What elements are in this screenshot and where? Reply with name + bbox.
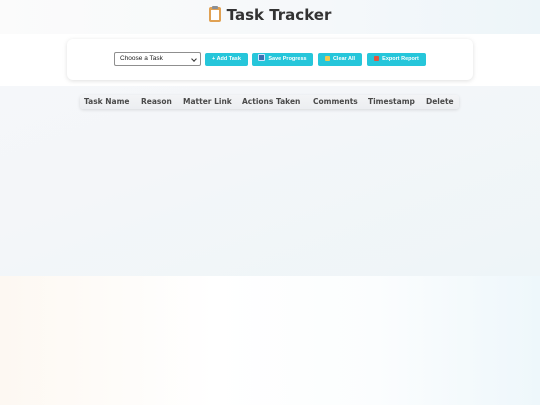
add-task-button[interactable]: + Add Task: [205, 53, 248, 66]
floppy-disk-icon: [258, 53, 266, 61]
chevron-down-icon: [191, 56, 197, 62]
column-header-timestamp[interactable]: Timestamp: [368, 95, 415, 109]
broom-icon: [324, 55, 330, 61]
task-table-header: Task Name Reason Matter Link Actions Tak…: [80, 95, 459, 109]
page-title-text: Task Tracker: [226, 6, 332, 24]
clipboard-icon: [208, 6, 221, 22]
page-background-lower: [0, 276, 540, 405]
export-report-button[interactable]: Export Report: [367, 53, 426, 66]
add-task-label: + Add Task: [212, 56, 241, 62]
column-header-matter-link[interactable]: Matter Link: [183, 95, 232, 109]
task-select-value: Choose a Task: [120, 55, 163, 62]
save-progress-button[interactable]: Save Progress: [252, 53, 313, 66]
column-header-task-name[interactable]: Task Name: [84, 95, 130, 109]
save-progress-label: Save Progress: [268, 56, 307, 62]
outbox-tray-icon: [374, 55, 380, 61]
column-header-actions-taken[interactable]: Actions Taken: [242, 95, 300, 109]
column-header-delete[interactable]: Delete: [426, 95, 454, 109]
clear-all-label: Clear All: [332, 56, 356, 62]
toolbar-card: Choose a Task + Add Task Save Progress C…: [67, 39, 473, 80]
clear-all-button[interactable]: Clear All: [318, 53, 362, 66]
task-select[interactable]: Choose a Task: [114, 52, 201, 66]
page-title: Task Tracker: [0, 5, 540, 25]
column-header-reason[interactable]: Reason: [141, 95, 172, 109]
column-header-comments[interactable]: Comments: [313, 95, 358, 109]
export-report-label: Export Report: [382, 56, 419, 62]
